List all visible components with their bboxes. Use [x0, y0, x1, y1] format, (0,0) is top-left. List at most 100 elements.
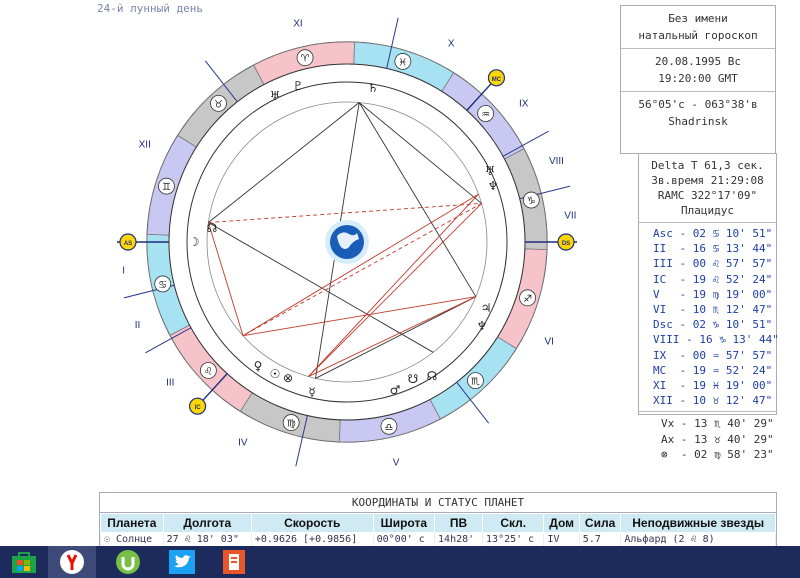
house-number: VI: [545, 337, 554, 348]
planet-glyph: ☊: [427, 369, 438, 383]
col-planet: Планета: [100, 513, 164, 533]
twitter-button[interactable]: [158, 546, 206, 578]
col-speed: Скорость: [250, 513, 374, 533]
chart-place: Shadrinsk: [668, 115, 728, 128]
cusp-row: XII - 10 ♉ 12' 47": [653, 394, 773, 408]
zodiac-sign-glyph: ♐: [523, 294, 532, 305]
house-number: I: [122, 266, 125, 277]
cell-house: IV: [543, 532, 580, 547]
delta-t: Delta T 61,3 сек.: [651, 159, 764, 172]
house-number: VIII: [549, 156, 564, 167]
col-fixed-stars: Неподвижные звезды: [620, 513, 776, 533]
sidereal-time: Зв.время 21:29:08: [651, 174, 764, 187]
antivertex-row: Ax - 13 ♉ 40' 29": [661, 432, 774, 446]
table-row: ☉ Солнце 27 ♌ 18' 03" +0.9626 [+0.9856] …: [100, 532, 776, 547]
ramc: RAMC 322°17'09": [657, 189, 758, 202]
extra-points: Vx - 13 ♏ 40' 29" Ax - 13 ♉ 40' 29" ⊗ - …: [639, 412, 776, 466]
office-icon: [223, 550, 245, 574]
col-longitude: Долгота: [162, 513, 252, 533]
cell-longitude: 27 ♌ 18' 03": [162, 532, 252, 547]
planet-glyph: ☉: [270, 367, 281, 381]
house-number: XII: [139, 139, 151, 150]
store-icon: [12, 552, 36, 573]
cell-planet[interactable]: ☉ Солнце: [100, 532, 164, 547]
planet-glyph: ♄: [368, 81, 379, 95]
natal-chart-wheel[interactable]: IIIIIIIVVVIVIIVIIIIXXXIXIIAS DSMCIC ♄♇♅♆☊…: [100, 0, 600, 480]
zodiac-sign-glyph: ♋: [158, 280, 167, 291]
cusp-row: II - 16 ♋ 13' 44": [653, 242, 773, 256]
planet-glyph: ☿: [308, 385, 315, 399]
asc-badge-label: AS: [124, 241, 132, 247]
chart-time: 19:20:00 GMT: [658, 72, 738, 85]
house-number: V: [393, 458, 400, 469]
planet-glyph: ♀: [254, 359, 263, 373]
zodiac-sign-glyph: ♉: [214, 99, 223, 110]
col-strength: Сила: [578, 513, 622, 533]
cell-latitude: 00°00' с: [372, 532, 436, 547]
cusp-row: IX - 00 ♒ 57' 57": [653, 348, 773, 362]
taskbar: [0, 546, 800, 578]
zodiac-sign-glyph: ♎: [384, 422, 393, 433]
house-number: III: [166, 377, 174, 388]
planet-glyph: ☋: [408, 372, 419, 386]
utorrent-button[interactable]: [104, 546, 152, 578]
cell-strength: 5.7: [578, 532, 622, 547]
windows-store-button[interactable]: [0, 546, 48, 578]
house-number: IV: [238, 437, 248, 448]
chart-date: 20.08.1995 Вс: [654, 55, 742, 68]
planet-glyph: ♆: [477, 319, 488, 333]
cusp-row: Asc - 02 ♋ 10' 51": [653, 227, 773, 240]
house-cusps-box: Delta T 61,3 сек. Зв.время 21:29:08 RAMC…: [638, 153, 779, 461]
zodiac-sign-glyph: ♈: [301, 54, 310, 65]
col-latitude: Широта: [372, 513, 436, 533]
cusp-row: MC - 19 ♒ 52' 24": [653, 363, 773, 377]
planet-glyph: ⊗: [283, 371, 293, 385]
planet-glyph: ♅: [485, 164, 496, 178]
zodiac-sign-glyph: ♓: [398, 57, 407, 68]
zodiac-sign-glyph: ♑: [527, 196, 536, 207]
house-number: XI: [293, 18, 302, 29]
vertex-row: Vx - 13 ♏ 40' 29": [661, 417, 774, 431]
chart-info-box: Без имени натальный гороскоп 20.08.1995 …: [620, 5, 776, 154]
zodiac-sign-glyph: ♊: [162, 182, 171, 193]
cell-ra: 14h28': [434, 532, 484, 547]
cusp-row: VI - 10 ♏ 12' 47": [653, 303, 773, 317]
table-title: КООРДИНАТЫ И СТАТУС ПЛАНЕТ: [100, 493, 776, 513]
cusp-row: XI - 19 ♓ 19' 00": [653, 379, 773, 393]
cell-fixed-stars[interactable]: Альфард (2 ♌ 8): [620, 532, 776, 547]
house-system: Плацидус: [681, 204, 734, 217]
zodiac-sign-glyph: ♒: [481, 110, 490, 121]
planet-glyph: ☽: [189, 235, 200, 249]
cusp-row: Dsc - 02 ♑ 10' 51": [653, 318, 773, 332]
planet-glyph: ☊: [207, 221, 218, 235]
cusp-list: Asc - 02 ♋ 10' 51" II - 16 ♋ 13' 44" III…: [639, 223, 779, 413]
cusp-row: III - 00 ♌ 57' 57": [653, 257, 773, 271]
col-house: Дом: [543, 513, 580, 533]
ic-badge-label: IC: [195, 405, 202, 411]
house-number: VII: [564, 210, 576, 221]
chart-name: Без имени: [668, 12, 728, 25]
cell-declination: 13°25' с: [482, 532, 545, 547]
planet-glyph: ♅: [270, 89, 281, 103]
office-app-button[interactable]: [210, 546, 258, 578]
house-number: II: [135, 320, 141, 331]
zodiac-sign-glyph: ♏: [471, 377, 480, 388]
cell-speed: +0.9626 [+0.9856]: [250, 532, 374, 547]
col-ra: ПВ: [434, 513, 484, 533]
house-number: IX: [519, 99, 529, 110]
cusp-row: V - 19 ♍ 19' 00": [653, 287, 773, 301]
twitter-icon: [169, 550, 195, 574]
yandex-browser-button[interactable]: [48, 546, 96, 578]
planet-glyph: ♇: [293, 79, 304, 93]
chart-coords: 56°05'с - 063°38'в: [638, 98, 758, 111]
cusp-row: VIII - 16 ♑ 13' 44": [653, 333, 779, 347]
utorrent-icon: [116, 550, 140, 574]
zodiac-sign-glyph: ♍: [287, 419, 296, 430]
col-declination: Скл.: [482, 513, 545, 533]
planet-status-table: КООРДИНАТЫ И СТАТУС ПЛАНЕТ Планета Долго…: [99, 492, 777, 554]
planet-glyph: ♆: [488, 179, 499, 193]
cusp-row: IC - 19 ♌ 52' 24": [653, 272, 773, 286]
planet-glyph: ♂: [390, 383, 401, 397]
yandex-icon: [60, 550, 84, 574]
chart-type: натальный гороскоп: [638, 29, 758, 42]
